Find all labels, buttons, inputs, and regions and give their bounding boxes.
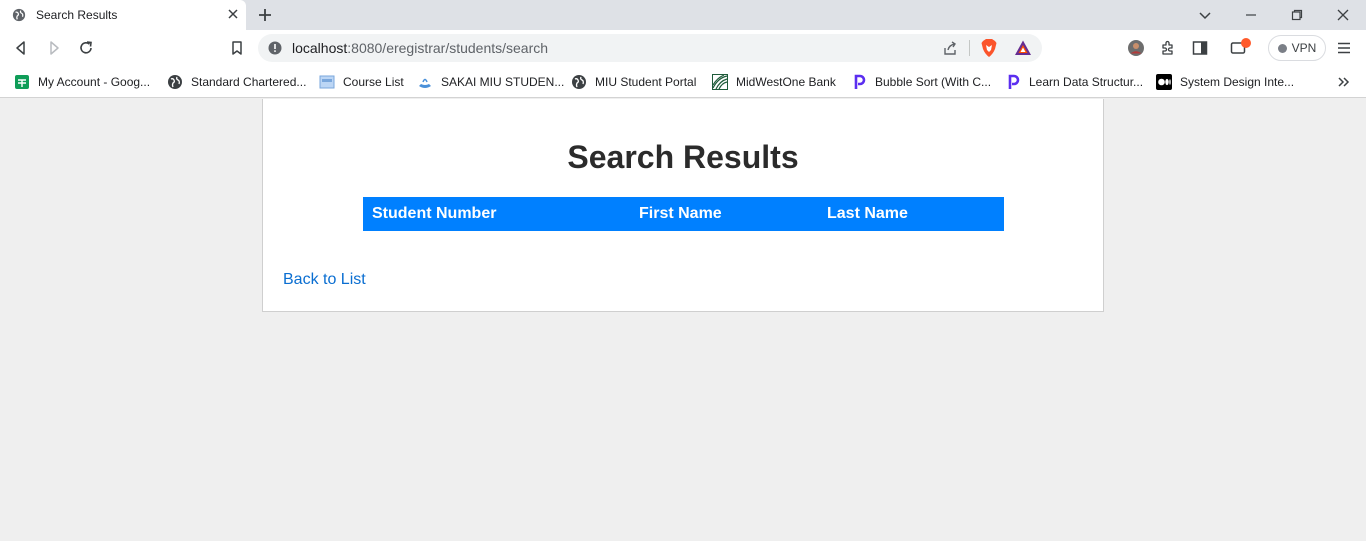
- bookmark-item[interactable]: System Design Inte...: [1156, 72, 1294, 92]
- bookmark-label: MIU Student Portal: [595, 75, 697, 89]
- bookmark-label: Standard Chartered...: [191, 75, 307, 89]
- column-header-last-name: Last Name: [818, 197, 1004, 231]
- close-window-button[interactable]: [1320, 0, 1366, 30]
- back-icon[interactable]: [12, 39, 30, 57]
- bookmark-item[interactable]: Learn Data Structur...: [1005, 72, 1143, 92]
- vpn-label: VPN: [1291, 41, 1317, 55]
- bookmark-label: Learn Data Structur...: [1029, 75, 1144, 89]
- reload-icon[interactable]: [77, 39, 95, 57]
- chevron-double-right-icon[interactable]: [1336, 74, 1352, 90]
- bookmark-label: Course List: [343, 75, 404, 89]
- close-icon: [1337, 9, 1349, 21]
- bookmarks-bar: My Account - Goog... Standard Chartered.…: [0, 66, 1366, 98]
- content-card: Search Results Student Number First Name…: [262, 99, 1104, 312]
- url-text: localhost:8080/eregistrar/students/searc…: [292, 40, 548, 56]
- tab-strip: Search Results: [0, 0, 1366, 30]
- tab-search-button[interactable]: [1182, 0, 1228, 30]
- restore-icon: [1291, 9, 1303, 21]
- back-to-list-link[interactable]: Back to List: [283, 271, 366, 289]
- bookmark-label: Bubble Sort (With C...: [875, 75, 992, 89]
- table-header-row: Student Number First Name Last Name: [363, 197, 1004, 231]
- address-bar[interactable]: localhost:8080/eregistrar/students/searc…: [258, 34, 1042, 62]
- column-header-first-name: First Name: [630, 197, 818, 231]
- bookmark-item[interactable]: Standard Chartered...: [167, 72, 306, 92]
- wallet-notification-icon[interactable]: [1230, 37, 1254, 57]
- restore-button[interactable]: [1274, 0, 1320, 30]
- bookmark-label: MidWestOne Bank: [736, 75, 836, 89]
- bookmark-label: System Design Inte...: [1180, 75, 1295, 89]
- bank-icon: [712, 74, 728, 90]
- page-icon: [319, 75, 335, 89]
- browser-tab-active[interactable]: Search Results: [0, 0, 246, 30]
- extensions-icon[interactable]: [1159, 39, 1177, 57]
- sakai-icon: [419, 78, 431, 88]
- bookmark-label: My Account - Goog...: [38, 75, 151, 89]
- google-sheets-icon: [15, 75, 29, 89]
- globe-icon: [572, 75, 586, 89]
- p-logo-icon: [1008, 74, 1020, 89]
- menu-icon[interactable]: [1335, 39, 1353, 57]
- chevron-down-icon: [1199, 12, 1211, 20]
- bookmark-item[interactable]: Bubble Sort (With C...: [851, 72, 991, 92]
- close-tab-icon[interactable]: [226, 7, 240, 21]
- forward-icon[interactable]: [45, 39, 63, 57]
- globe-icon: [168, 75, 182, 89]
- browser-toolbar: localhost:8080/eregistrar/students/searc…: [0, 30, 1366, 66]
- brave-rewards-icon[interactable]: [1014, 39, 1032, 57]
- address-bar-divider: [969, 40, 970, 56]
- bookmark-item[interactable]: SAKAI MIU STUDEN...: [417, 72, 564, 92]
- page-title: Search Results: [567, 139, 799, 175]
- brave-shields-icon[interactable]: [980, 38, 998, 58]
- share-icon[interactable]: [942, 40, 958, 56]
- url-host: localhost: [292, 40, 348, 56]
- search-results-table: Student Number First Name Last Name: [363, 197, 1004, 231]
- site-info-icon[interactable]: [268, 41, 282, 55]
- bookmark-item[interactable]: MidWestOne Bank: [712, 72, 836, 92]
- bookmark-icon[interactable]: [228, 39, 246, 57]
- medium-icon: [1156, 74, 1172, 90]
- new-tab-icon[interactable]: [256, 6, 274, 24]
- url-path: :8080/eregistrar/students/search: [347, 40, 549, 56]
- tab-title: Search Results: [36, 8, 118, 22]
- bookmark-label: SAKAI MIU STUDEN...: [441, 75, 565, 89]
- profile-avatar-icon[interactable]: [1127, 39, 1145, 57]
- vpn-status-icon: [1277, 43, 1287, 53]
- bookmark-item[interactable]: MIU Student Portal: [571, 72, 696, 92]
- bookmark-item[interactable]: My Account - Goog...: [14, 72, 150, 92]
- minimize-button[interactable]: [1228, 0, 1274, 30]
- vpn-button[interactable]: VPN: [1268, 35, 1326, 61]
- minimize-icon: [1246, 14, 1256, 16]
- sidebar-icon[interactable]: [1191, 39, 1209, 57]
- p-logo-icon: [854, 74, 866, 89]
- bookmark-item[interactable]: Course List: [319, 72, 404, 92]
- globe-icon: [12, 8, 26, 22]
- column-header-student-number: Student Number: [363, 197, 630, 231]
